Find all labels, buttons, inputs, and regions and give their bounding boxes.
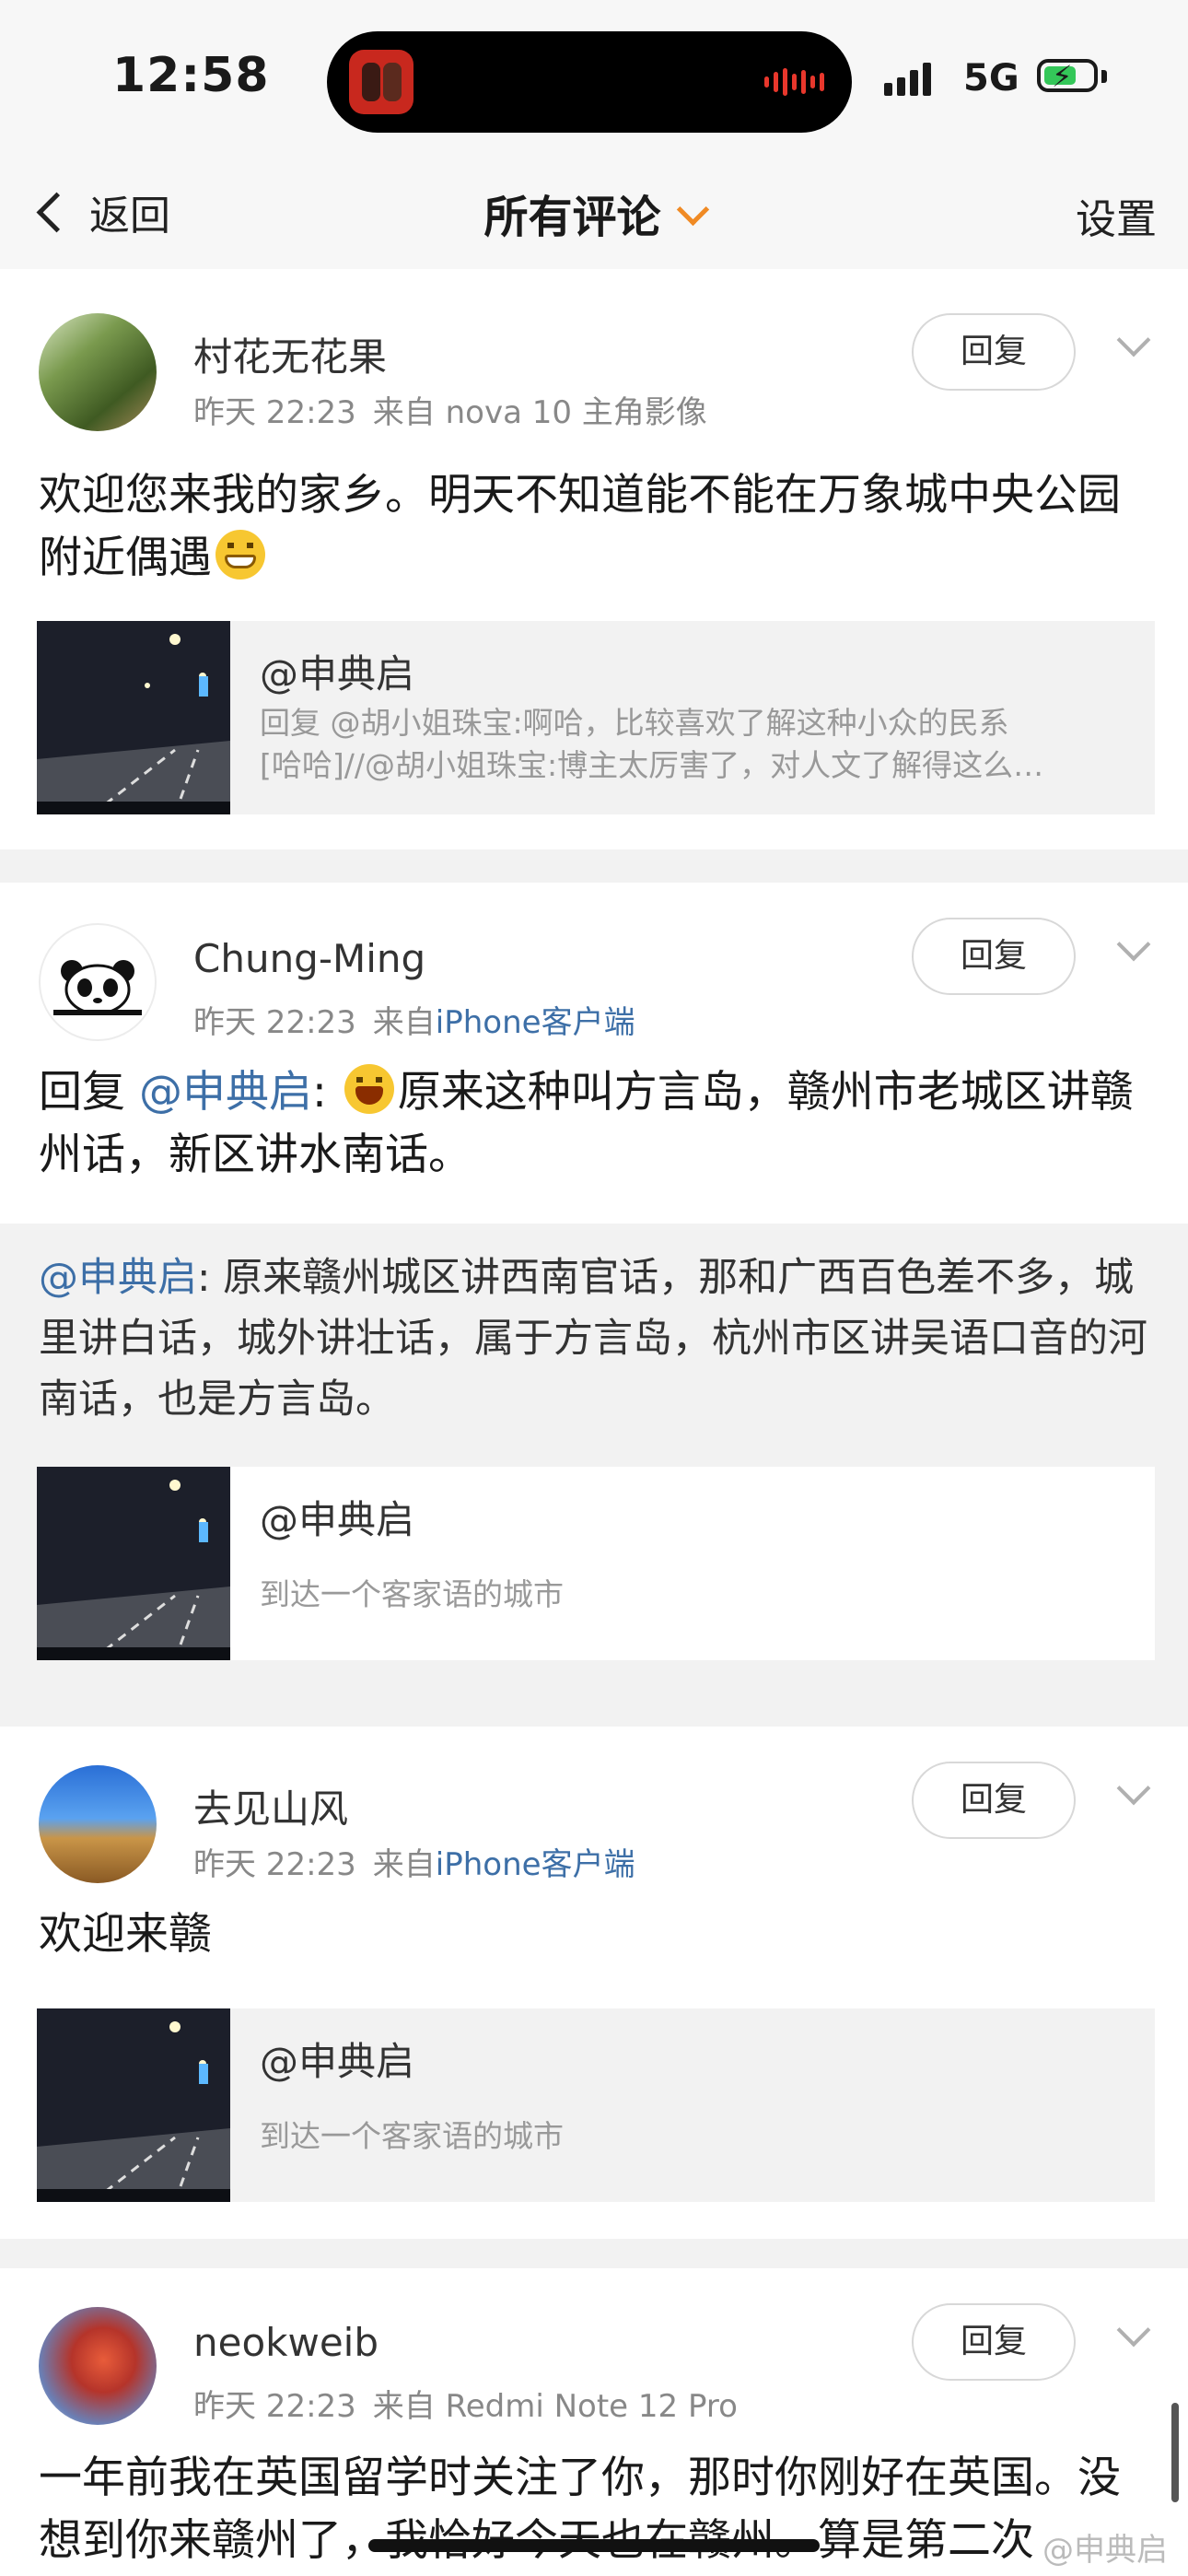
comment-meta: 昨天 22:23 来自iPhone客户端 — [193, 1839, 635, 1884]
share-thumbnail — [37, 621, 230, 814]
comment-text: 欢迎您来我的家乡。明天不知道能不能在万象城中央公园附近偶遇 — [39, 464, 1153, 590]
laugh-emoji-icon — [344, 1064, 394, 1114]
comment-time: 昨天 22:23 — [193, 394, 356, 431]
chevron-down-icon[interactable] — [1116, 1771, 1151, 1806]
battery-tip — [1101, 70, 1107, 83]
comment-source: Redmi Note 12 Pro — [445, 2388, 738, 2425]
watermark: @申典启 — [1042, 2532, 1168, 2569]
comment-time: 昨天 22:23 — [193, 2388, 356, 2425]
share-subtitle: 到达一个客家语的城市 — [260, 1576, 564, 1612]
scroll-indicator[interactable] — [1171, 2403, 1179, 2502]
nav-bar: 返回 所有评论 设置 — [0, 157, 1188, 271]
reply-button[interactable]: 回复 — [912, 918, 1076, 995]
avatar[interactable] — [39, 2307, 157, 2425]
username[interactable]: neokweib — [193, 2320, 379, 2365]
status-bar: 12:58 5G ⚡ — [0, 0, 1188, 157]
avatar[interactable] — [39, 313, 157, 431]
chevron-down-icon[interactable] — [1116, 322, 1151, 357]
username[interactable]: 村花无花果 — [193, 326, 387, 382]
share-thumbnail — [37, 1467, 230, 1660]
source-prefix: 来自 — [372, 1004, 436, 1041]
share-card[interactable]: @申典启 回复 @胡小姐珠宝:啊哈，比较喜欢了解这种小众的民系 [哈哈]//@胡… — [37, 621, 1155, 814]
signal-icon — [884, 63, 931, 96]
page-title-label: 所有评论 — [483, 192, 661, 243]
home-indicator[interactable] — [368, 2539, 820, 2552]
share-title: @申典启 — [260, 1497, 415, 1542]
mention-link[interactable]: @申典启 — [139, 1067, 312, 1118]
battery-icon: ⚡ — [1037, 59, 1098, 94]
network-type: 5G — [963, 57, 1019, 100]
reply-button[interactable]: 回复 — [912, 313, 1076, 391]
comment-source: nova 10 主角影像 — [445, 394, 707, 431]
share-subtitle: 回复 @胡小姐珠宝:啊哈，比较喜欢了解这种小众的民系 — [260, 705, 1009, 741]
chevron-down-icon[interactable] — [1116, 927, 1151, 962]
reply-button[interactable]: 回复 — [912, 1762, 1076, 1839]
source-prefix: 来自 — [372, 1846, 436, 1883]
dynamic-island[interactable] — [327, 31, 852, 133]
avatar[interactable] — [39, 1765, 157, 1883]
share-card[interactable]: @申典启 到达一个客家语的城市 — [37, 1467, 1155, 1660]
avatar[interactable] — [39, 923, 157, 1041]
clock: 12:58 — [112, 48, 270, 103]
share-title: @申典启 — [260, 651, 415, 697]
comment-source[interactable]: iPhone客户端 — [436, 1846, 635, 1883]
comment-text: 欢迎来赣 — [39, 1909, 212, 1960]
comment-text: 回复 @申典启: 原来这种叫方言岛，赣州市老城区讲赣州话，新区讲水南话。 — [39, 1061, 1153, 1187]
quoted-text: @申典启: 原来赣州城区讲西南官话，那和广西百色差不多，城里讲白话，城外讲壮话，… — [39, 1247, 1153, 1430]
comment-time: 昨天 22:23 — [193, 1004, 356, 1041]
chevron-down-icon — [676, 193, 709, 227]
comment-source[interactable]: iPhone客户端 — [436, 1004, 635, 1041]
username[interactable]: Chung-Ming — [193, 936, 425, 981]
share-subtitle-2: [哈哈]//@胡小姐珠宝:博主太厉害了，对人文了解得这么… — [260, 747, 1044, 783]
comment-card: 去见山风 昨天 22:23 来自iPhone客户端 回复 欢迎来赣 @申典启 到达… — [0, 1727, 1188, 2239]
share-subtitle: 到达一个客家语的城市 — [260, 2118, 564, 2154]
quoted-body: : 原来赣州城区讲西南官话，那和广西百色差不多，城里讲白话，城外讲壮话，属于方言… — [39, 1255, 1147, 1423]
source-prefix: 来自 — [372, 2388, 436, 2425]
comment-meta: 昨天 22:23 来自 nova 10 主角影像 — [193, 387, 707, 432]
username[interactable]: 去见山风 — [193, 1778, 348, 1834]
comment-card: Chung-Ming 昨天 22:23 来自iPhone客户端 回复 回复 @申典… — [0, 883, 1188, 1693]
share-thumbnail — [37, 2008, 230, 2202]
comment-body: 欢迎您来我的家乡。明天不知道能不能在万象城中央公园附近偶遇 — [39, 470, 1121, 583]
page-title[interactable]: 所有评论 — [0, 181, 1188, 245]
share-title: @申典启 — [260, 2039, 415, 2084]
reply-prefix: 回复 — [39, 1067, 139, 1118]
quoted-comment[interactable]: @申典启: 原来赣州城区讲西南官话，那和广西百色差不多，城里讲白话，城外讲壮话，… — [0, 1224, 1188, 1693]
source-prefix: 来自 — [372, 394, 436, 431]
chevron-down-icon[interactable] — [1116, 2313, 1151, 2348]
comment-card: neokweib 昨天 22:23 来自 Redmi Note 12 Pro 回复… — [0, 2268, 1188, 2576]
comment-meta: 昨天 22:23 来自iPhone客户端 — [193, 997, 635, 1042]
comment-time: 昨天 22:23 — [193, 1846, 356, 1883]
reply-colon: : — [311, 1067, 341, 1118]
panda-avatar-image — [53, 960, 142, 1015]
settings-button[interactable]: 设置 — [1076, 186, 1157, 245]
share-card[interactable]: @申典启 到达一个客家语的城市 — [37, 2008, 1155, 2202]
comment-card: 村花无花果 昨天 22:23 来自 nova 10 主角影像 回复 欢迎您来我的家… — [0, 269, 1188, 849]
reply-button[interactable]: 回复 — [912, 2303, 1076, 2381]
live-activity-app-icon — [349, 50, 413, 114]
comment-text: 一年前我在英国留学时关注了你，那时你刚好在英国。没想到你来赣州了，我恰好今天也在… — [39, 2453, 1121, 2566]
mention-link[interactable]: @申典启 — [39, 1255, 197, 1301]
grin-emoji-icon — [215, 530, 265, 580]
comment-meta: 昨天 22:23 来自 Redmi Note 12 Pro — [193, 2381, 738, 2426]
audio-wave-icon — [764, 66, 824, 98]
